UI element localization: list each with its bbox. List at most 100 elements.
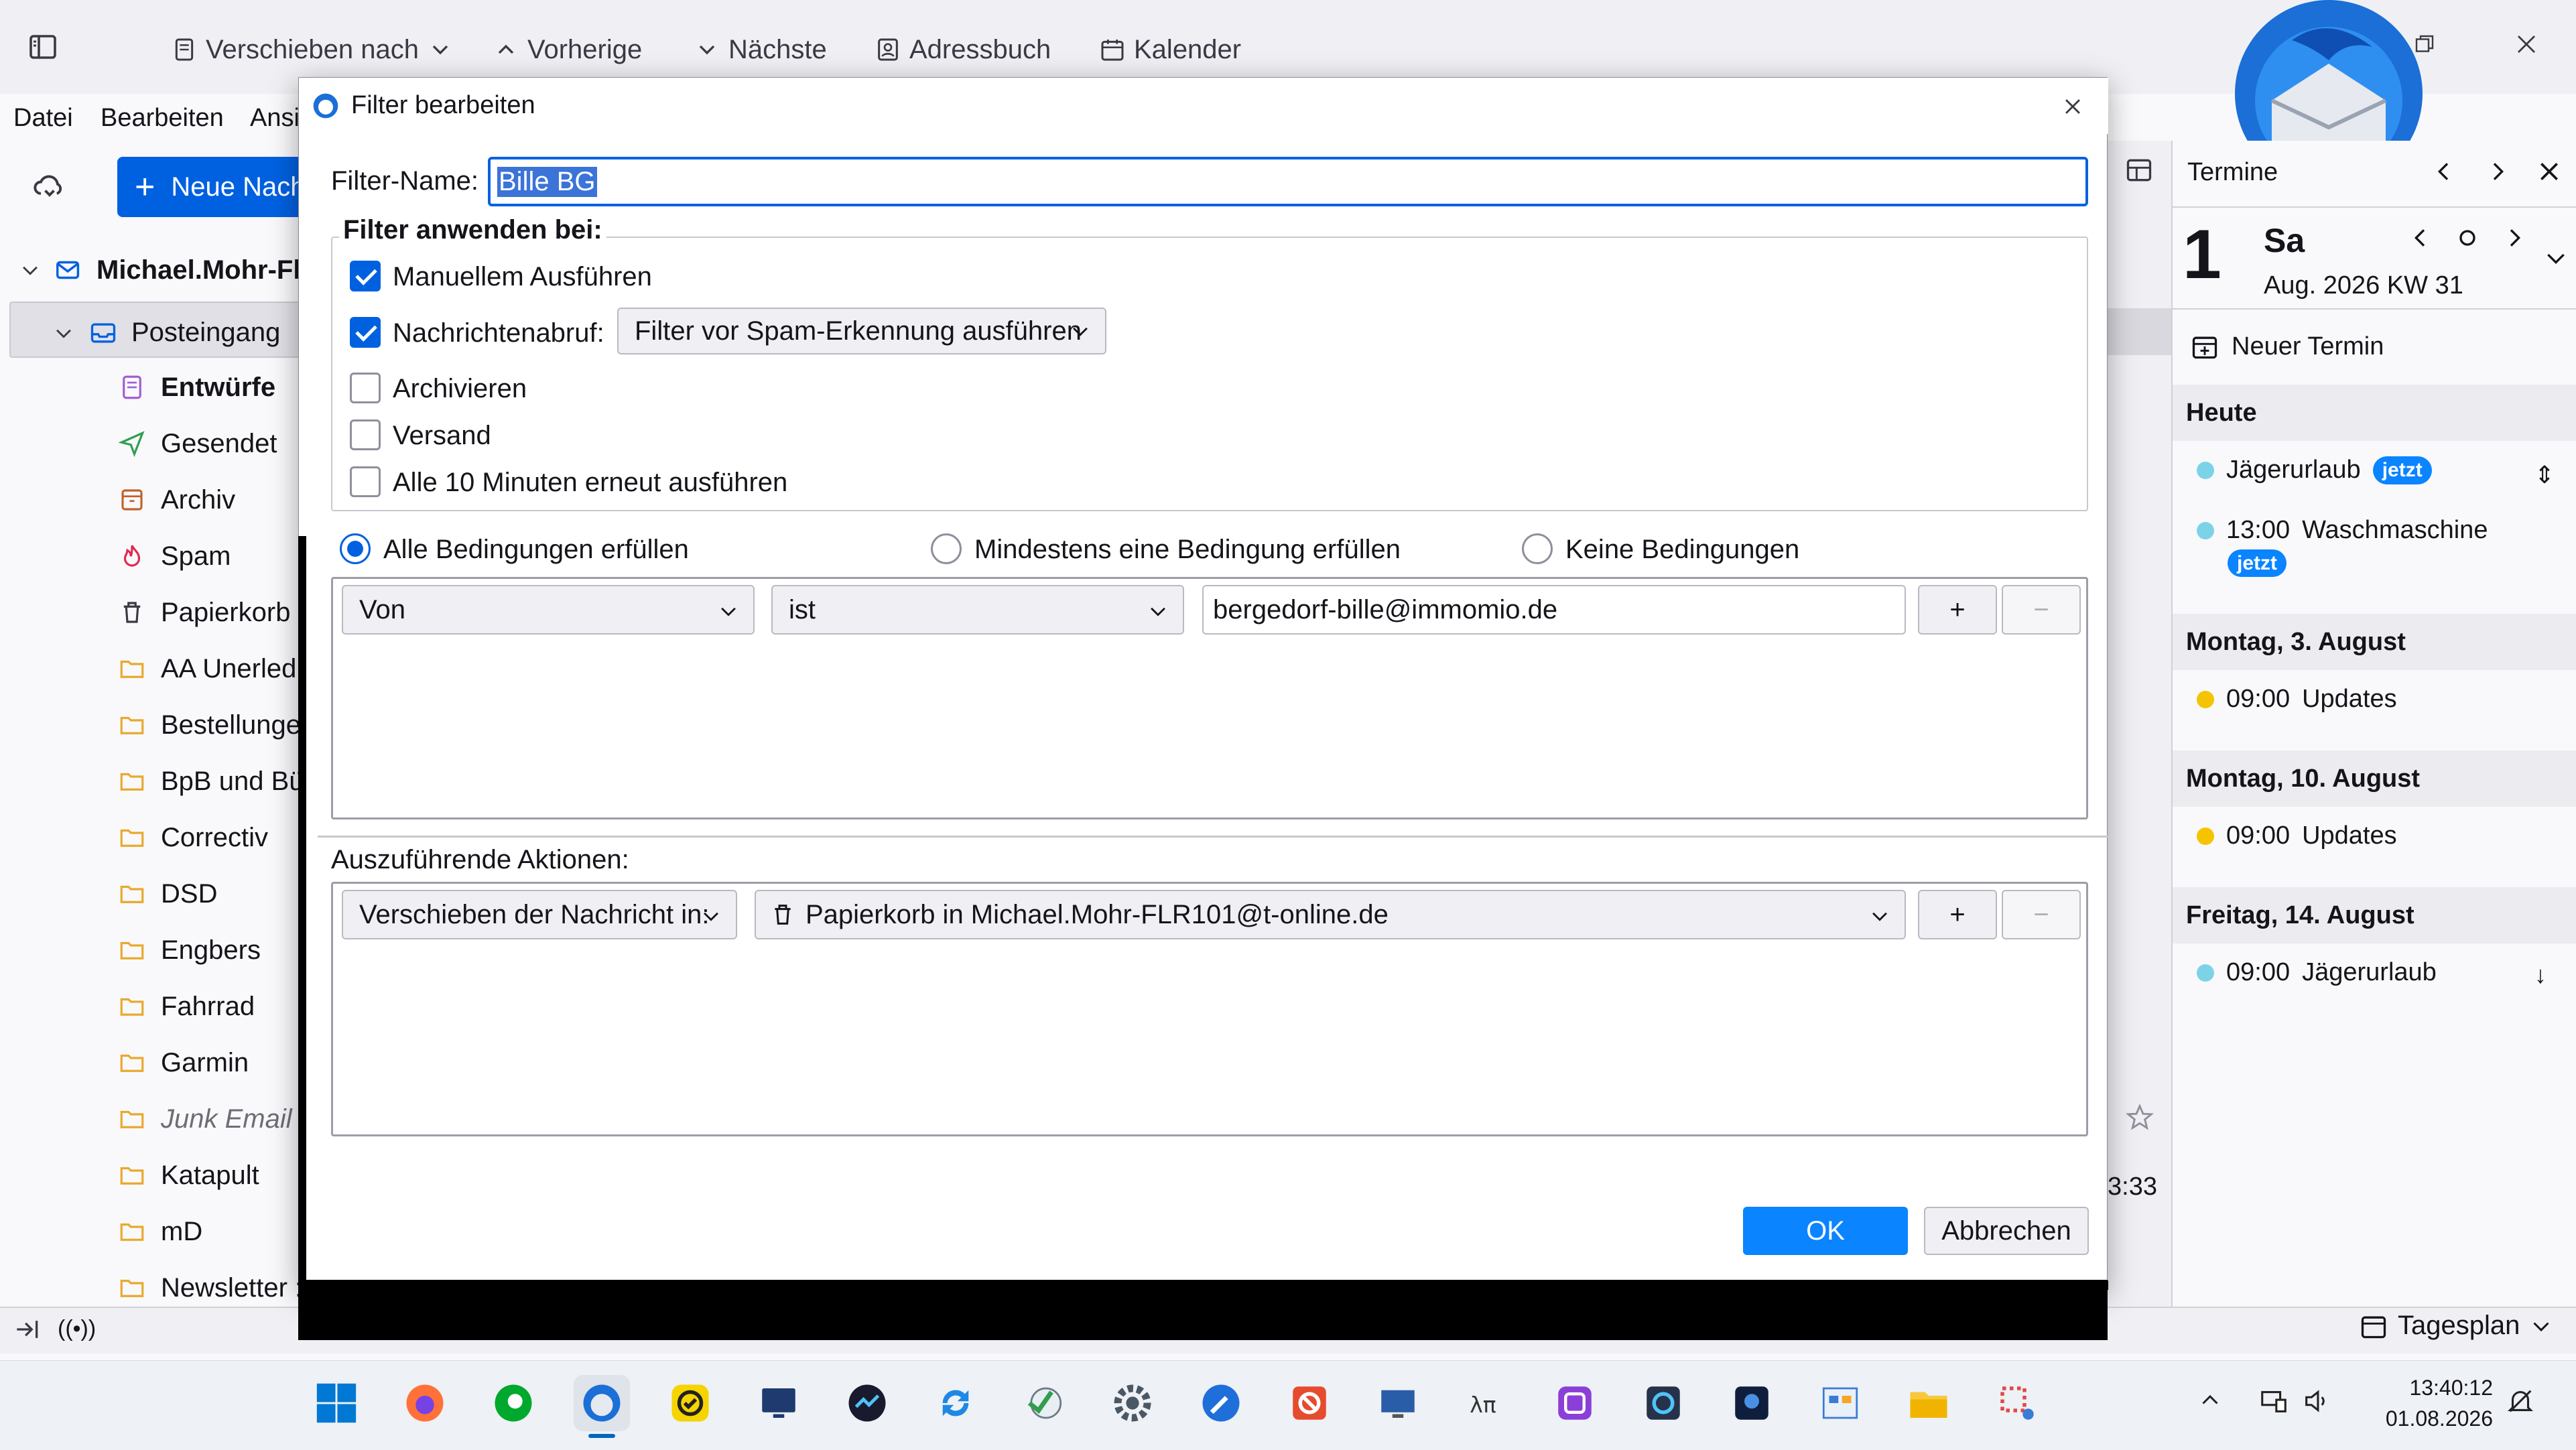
folder-item[interactable]: Correctiv — [118, 814, 268, 861]
folder-drafts[interactable]: Entwürfe — [118, 364, 275, 411]
restore-window-icon[interactable] — [2412, 32, 2437, 56]
gear-app-icon[interactable] — [1635, 1375, 1691, 1431]
download-icon[interactable]: ↓ — [2534, 961, 2547, 989]
tools-app-icon[interactable] — [1193, 1375, 1249, 1431]
remove-condition-button[interactable]: − — [2002, 585, 2081, 635]
volume-icon[interactable] — [2301, 1386, 2332, 1416]
network-icon[interactable] — [2258, 1386, 2289, 1416]
selected-row-fragment — [2104, 308, 2171, 355]
translator-icon[interactable]: λπ — [1458, 1375, 1515, 1431]
today-circle-icon[interactable] — [2454, 224, 2481, 251]
account-row[interactable]: Michael.Mohr-Fl — [19, 255, 300, 285]
folder-item[interactable]: Engbers — [118, 927, 261, 974]
tray-expand-icon[interactable] — [2198, 1388, 2222, 1412]
menu-view[interactable]: Ansi — [250, 104, 300, 133]
snipping-tool-icon[interactable] — [1989, 1375, 2045, 1431]
notification-bell-icon[interactable] — [2505, 1386, 2536, 1416]
folder-item[interactable]: Katapult — [118, 1152, 259, 1199]
chevron-right-icon[interactable] — [2501, 224, 2528, 251]
next-button[interactable]: Nächste — [694, 28, 827, 71]
expand-icon[interactable]: ⇕ — [2534, 461, 2555, 489]
folder-item[interactable]: Bestellunge — [118, 702, 301, 748]
move-to-button[interactable]: Verschieben nach — [171, 28, 454, 71]
layout-icon[interactable] — [2124, 155, 2154, 185]
close-icon[interactable] — [2061, 95, 2084, 118]
display-app-icon[interactable] — [751, 1375, 807, 1431]
tray-clock[interactable]: 13:40:12 01.08.2026 — [2366, 1372, 2493, 1434]
periodic-checkbox[interactable] — [350, 466, 381, 497]
on-fetch-select[interactable]: Filter vor Spam-Erkennung ausführen — [617, 308, 1106, 354]
remove-action-button[interactable]: − — [2002, 890, 2081, 939]
blocker-app-icon[interactable] — [1281, 1375, 1338, 1431]
calendar-event[interactable]: 09:00 Jägerurlaub — [2197, 958, 2437, 987]
folder-item[interactable]: Garmin — [118, 1039, 249, 1086]
menu-file[interactable]: Datei — [13, 104, 73, 133]
addressbook-button[interactable]: Adressbuch — [875, 28, 1051, 71]
calendar-event[interactable]: 09:00 Updates — [2197, 685, 2397, 714]
monitor-app-icon[interactable] — [839, 1375, 895, 1431]
remote-desktop-icon[interactable] — [1370, 1375, 1426, 1431]
new-event-button[interactable]: Neuer Termin — [2190, 332, 2384, 361]
evernote-icon[interactable] — [485, 1375, 541, 1431]
firefox-icon[interactable] — [397, 1375, 453, 1431]
timesync-icon[interactable] — [1016, 1375, 1072, 1431]
new-message-button[interactable]: + Neue Nach — [117, 157, 312, 217]
purple-app-icon[interactable] — [1547, 1375, 1603, 1431]
manual-run-checkbox[interactable] — [350, 261, 381, 291]
action-type-select[interactable]: Verschieben der Nachricht in: — [342, 890, 737, 939]
online-status-icon[interactable]: ((•)) — [58, 1316, 96, 1342]
control-panel-icon[interactable] — [1812, 1375, 1868, 1431]
action-target-select[interactable]: Papierkorb in Michael.Mohr-FLR101@t-onli… — [755, 890, 1906, 939]
folder-sent[interactable]: Gesendet — [118, 420, 277, 467]
folder-item[interactable]: DSD — [118, 870, 217, 917]
condition-value-input[interactable]: bergedorf-bille@immomio.de — [1202, 585, 1906, 635]
condition-operator-select[interactable]: ist — [771, 585, 1184, 635]
settings-gear-icon[interactable] — [1104, 1375, 1161, 1431]
match-all-radio[interactable] — [340, 533, 371, 564]
menu-edit[interactable]: Bearbeiten — [101, 104, 224, 133]
chevron-left-icon[interactable] — [2431, 158, 2457, 185]
folder-item[interactable]: Newsletter : — [118, 1264, 302, 1311]
cancel-button[interactable]: Abbrechen — [1924, 1207, 2089, 1255]
chevron-right-icon[interactable] — [2484, 158, 2511, 185]
calendar-event[interactable]: 09:00 Updates — [2197, 821, 2397, 850]
folder-item[interactable]: Fahrrad — [118, 983, 255, 1030]
add-condition-button[interactable]: + — [1918, 585, 1997, 635]
star-icon[interactable] — [2124, 1102, 2155, 1133]
filter-name-input[interactable]: Bille BG — [488, 157, 2088, 206]
on-fetch-checkbox[interactable] — [350, 317, 381, 348]
chevron-left-icon[interactable] — [2407, 224, 2434, 251]
folder-archive[interactable]: Archiv — [118, 476, 235, 523]
condition-field-select[interactable]: Von — [342, 585, 755, 635]
add-action-button[interactable]: + — [1918, 890, 1997, 939]
send-checkbox[interactable] — [350, 419, 381, 450]
close-icon[interactable] — [2536, 158, 2563, 185]
folder-trash[interactable]: Papierkorb — [118, 589, 290, 636]
calendar-event[interactable]: 13:00 Waschmaschine — [2197, 516, 2488, 545]
windows-start-icon[interactable] — [308, 1375, 365, 1431]
archive-checkbox[interactable] — [350, 373, 381, 403]
dayplan-button[interactable]: Tagesplan — [2359, 1311, 2553, 1341]
get-messages-icon[interactable] — [32, 169, 67, 204]
collapse-icon[interactable] — [12, 1315, 42, 1344]
calendar-button[interactable]: Kalender — [1099, 28, 1241, 71]
ok-button[interactable]: OK — [1743, 1207, 1908, 1255]
checklist-app-icon[interactable] — [662, 1375, 718, 1431]
folder-pane-toggle-icon[interactable] — [27, 31, 59, 63]
thunderbird-taskbar-icon[interactable] — [574, 1375, 630, 1431]
folder-item[interactable]: mD — [118, 1208, 202, 1255]
folder-item[interactable]: AA Unerled — [118, 645, 296, 692]
chevron-down-icon[interactable] — [2542, 245, 2569, 271]
folder-spam[interactable]: Spam — [118, 533, 231, 580]
match-any-radio[interactable] — [931, 533, 962, 564]
previous-button[interactable]: Vorherige — [493, 28, 642, 71]
folder-item[interactable]: Junk Email — [118, 1096, 292, 1142]
file-explorer-icon[interactable] — [1901, 1375, 1957, 1431]
match-none-radio[interactable] — [1522, 533, 1553, 564]
folder-item[interactable]: BpB und Bü — [118, 758, 304, 805]
sync-icon[interactable] — [927, 1375, 984, 1431]
close-window-icon[interactable] — [2514, 32, 2538, 56]
inbox-row[interactable]: Posteingang — [9, 302, 308, 358]
calendar-event[interactable]: Jägerurlaub jetzt — [2197, 456, 2432, 484]
security-app-icon[interactable] — [1724, 1375, 1780, 1431]
